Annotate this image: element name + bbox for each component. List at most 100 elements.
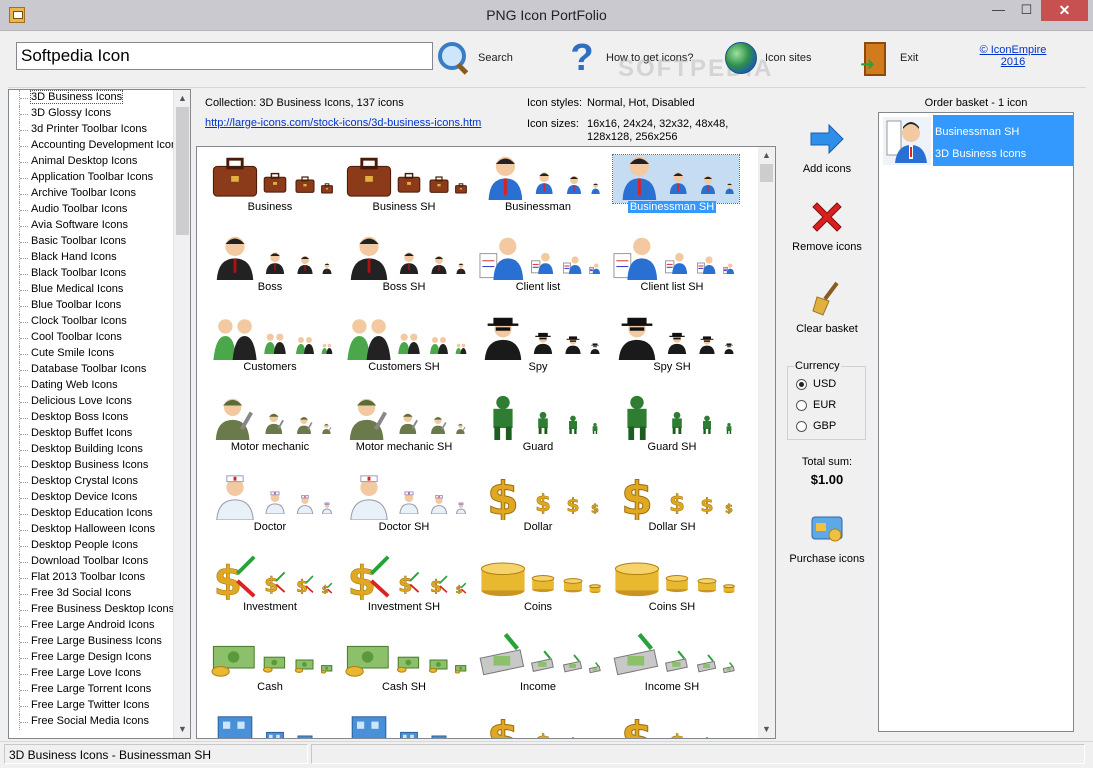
collection-scrollbar[interactable]: ▲ ▼ [173, 90, 190, 738]
basket-item[interactable]: Businessman SH 3D Business Icons [881, 115, 1073, 166]
scroll-up-arrow[interactable]: ▲ [174, 90, 190, 107]
scroll-thumb[interactable] [176, 107, 189, 235]
collection-item[interactable]: 3D Glossy Icons [9, 106, 190, 122]
icon-cell[interactable]: Cash SH [337, 629, 471, 709]
minimize-button[interactable]: — [985, 0, 1012, 21]
icon-cell[interactable]: Doctor SH [337, 469, 471, 549]
icon-cell[interactable]: Motor mechanic SH [337, 389, 471, 469]
icon-cell[interactable]: Doctor [203, 469, 337, 549]
icon-cell[interactable]: Coins SH [605, 549, 739, 629]
icon-cell[interactable]: Business [203, 149, 337, 229]
collection-item[interactable]: Black Hand Icons [9, 250, 190, 266]
icons-scroll-track[interactable]: ▲ ▼ [758, 147, 775, 738]
icon-cell[interactable]: Boss SH [337, 229, 471, 309]
icon-cell[interactable]: $ $ $ $ Investment [203, 549, 337, 629]
collection-item[interactable]: Free Large Love Icons [9, 666, 190, 682]
collection-item[interactable]: Free Social Media Icons [9, 714, 190, 730]
icon-cell[interactable]: Guard SH [605, 389, 739, 469]
collection-url-link[interactable]: http://large-icons.com/stock-icons/3d-bu… [205, 117, 481, 129]
icon-cell[interactable]: Income SH [605, 629, 739, 709]
remove-icons-button[interactable]: Remove icons [778, 197, 876, 253]
icon-cell[interactable]: Cash [203, 629, 337, 709]
icon-cell[interactable]: Spy SH [605, 309, 739, 389]
add-icons-button[interactable]: Add icons [778, 119, 876, 175]
collection-item[interactable]: Free Large Business Icons [9, 634, 190, 650]
collection-item[interactable]: 3d Printer Toolbar Icons [9, 122, 190, 138]
currency-usd-radio[interactable]: USD [796, 378, 836, 390]
collection-item[interactable]: Desktop Boss Icons [9, 410, 190, 426]
collection-item[interactable]: Avia Software Icons [9, 218, 190, 234]
currency-gbp-radio[interactable]: GBP [796, 420, 836, 432]
icons-scrollbar[interactable]: ▲ ▼ [758, 147, 775, 738]
collection-item[interactable]: Desktop Education Icons [9, 506, 190, 522]
icon-cell[interactable]: $$$$ [605, 709, 739, 738]
collection-item[interactable]: Desktop Device Icons [9, 490, 190, 506]
icon-sites-button[interactable]: Icon sites [723, 37, 811, 79]
collection-item[interactable]: Download Toolbar Icons [9, 554, 190, 570]
collection-item[interactable]: 3D Business Icons [9, 90, 190, 106]
iconempire-link[interactable]: © IconEmpire 2016 [973, 44, 1053, 68]
icons-grid-area[interactable]: Business Business SH Businessman Businessma… [196, 146, 776, 739]
collection-item[interactable]: Clock Toolbar Icons [9, 314, 190, 330]
collection-item[interactable]: Desktop People Icons [9, 538, 190, 554]
search-button[interactable]: Search [436, 37, 513, 79]
order-basket[interactable]: Businessman SH 3D Business Icons [878, 112, 1074, 732]
collection-item[interactable]: Free Large Twitter Icons [9, 698, 190, 714]
icons-scroll-up[interactable]: ▲ [758, 147, 775, 164]
collection-item[interactable]: Animal Desktop Icons [9, 154, 190, 170]
collection-item[interactable]: Audio Toolbar Icons [9, 202, 190, 218]
icon-cell[interactable]: $$$$ [471, 709, 605, 738]
icon-cell[interactable]: $ $ $ $ Dollar [471, 469, 605, 549]
icons-scroll-down[interactable]: ▼ [758, 721, 775, 738]
icon-cell[interactable] [203, 709, 337, 738]
icon-cell[interactable]: Client list [471, 229, 605, 309]
collection-item[interactable]: Application Toolbar Icons [9, 170, 190, 186]
collection-item[interactable]: Free 3d Social Icons [9, 586, 190, 602]
collection-item[interactable]: Cute Smile Icons [9, 346, 190, 362]
collection-item[interactable]: Desktop Halloween Icons [9, 522, 190, 538]
icon-cell[interactable]: Coins [471, 549, 605, 629]
collection-list[interactable]: 3D Business Icons 3D Glossy Icons 3d Print… [8, 89, 191, 739]
collection-item[interactable]: Blue Medical Icons [9, 282, 190, 298]
search-input[interactable] [16, 42, 433, 70]
icon-cell[interactable]: Businessman SH [605, 149, 740, 229]
collection-item[interactable]: Black Toolbar Icons [9, 266, 190, 282]
collection-item[interactable]: Free Business Desktop Icons [9, 602, 190, 618]
icon-cell[interactable]: Guard [471, 389, 605, 469]
icon-cell[interactable]: Customers [203, 309, 337, 389]
collection-item[interactable]: Database Toolbar Icons [9, 362, 190, 378]
collection-item[interactable]: Basic Toolbar Icons [9, 234, 190, 250]
close-button[interactable]: ✕ [1041, 0, 1088, 21]
collection-item[interactable]: Desktop Business Icons [9, 458, 190, 474]
icon-cell[interactable]: Motor mechanic [203, 389, 337, 469]
collection-item[interactable]: Delicious Love Icons [9, 394, 190, 410]
collection-item[interactable]: Desktop Building Icons [9, 442, 190, 458]
collection-item[interactable]: Archive Toolbar Icons [9, 186, 190, 202]
collection-item[interactable]: Free Large Android Icons [9, 618, 190, 634]
collection-item[interactable]: Accounting Development Icons [9, 138, 190, 154]
currency-eur-radio[interactable]: EUR [796, 399, 836, 411]
clear-basket-button[interactable]: Clear basket [778, 279, 876, 335]
icon-cell[interactable]: $ $ $ $ Dollar SH [605, 469, 739, 549]
collection-item[interactable]: Cool Toolbar Icons [9, 330, 190, 346]
collection-item[interactable]: Blue Toolbar Icons [9, 298, 190, 314]
icon-cell[interactable]: Income [471, 629, 605, 709]
collection-item[interactable]: Free Large Design Icons [9, 650, 190, 666]
icon-cell[interactable]: Client list SH [605, 229, 739, 309]
collection-item[interactable]: Flat 2013 Toolbar Icons [9, 570, 190, 586]
collection-item[interactable]: Desktop Crystal Icons [9, 474, 190, 490]
collection-item[interactable]: Desktop Buffet Icons [9, 426, 190, 442]
collection-item[interactable]: Free Large Torrent Icons [9, 682, 190, 698]
collection-item[interactable]: Dating Web Icons [9, 378, 190, 394]
icon-cell[interactable]: Boss [203, 229, 337, 309]
exit-button[interactable]: Exit [858, 37, 918, 79]
maximize-button[interactable]: ☐ [1013, 0, 1040, 21]
purchase-icons-button[interactable]: Purchase icons [778, 509, 876, 565]
icon-cell[interactable] [337, 709, 471, 738]
icon-cell[interactable]: $ $ $ $ Investment SH [337, 549, 471, 629]
icon-cell[interactable]: Customers SH [337, 309, 471, 389]
icons-scroll-thumb[interactable] [760, 164, 773, 182]
icon-cell[interactable]: Business SH [337, 149, 471, 229]
icon-cell[interactable]: Businessman [471, 149, 605, 229]
icon-cell[interactable]: Spy [471, 309, 605, 389]
